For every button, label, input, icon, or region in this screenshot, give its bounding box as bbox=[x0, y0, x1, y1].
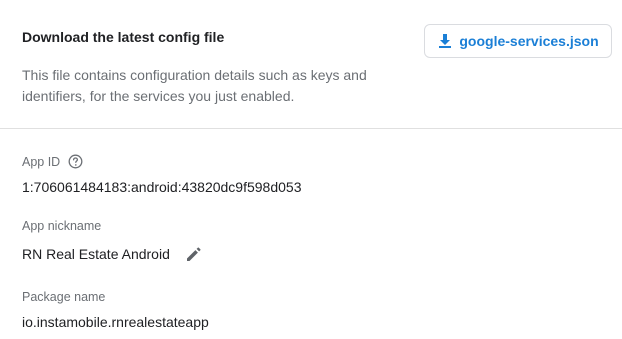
app-id-label: App ID bbox=[22, 154, 61, 169]
help-circle-icon[interactable] bbox=[68, 154, 83, 169]
config-download-section: Download the latest config file This fil… bbox=[0, 0, 622, 128]
app-id-label-row: App ID bbox=[22, 154, 83, 169]
config-description: This file contains configuration details… bbox=[22, 67, 367, 104]
app-nickname-value: RN Real Estate Android bbox=[22, 246, 170, 262]
download-config-button[interactable]: google-services.json bbox=[424, 24, 612, 58]
app-id-value: 1:706061484183:android:43820dc9f598d053 bbox=[22, 179, 302, 195]
package-name-label: Package name bbox=[22, 290, 105, 304]
section-divider bbox=[0, 128, 622, 129]
app-nickname-label-text: App nickname bbox=[22, 219, 102, 233]
package-name-value: io.instamobile.rnrealestateapp bbox=[22, 314, 209, 330]
package-name-label-text: Package name bbox=[22, 290, 106, 304]
pencil-icon[interactable] bbox=[184, 244, 204, 264]
config-title: Download the latest config file bbox=[22, 29, 225, 45]
download-button-label: google-services.json bbox=[459, 33, 599, 49]
app-nickname-label: App nickname bbox=[22, 219, 101, 233]
download-icon bbox=[437, 33, 453, 49]
